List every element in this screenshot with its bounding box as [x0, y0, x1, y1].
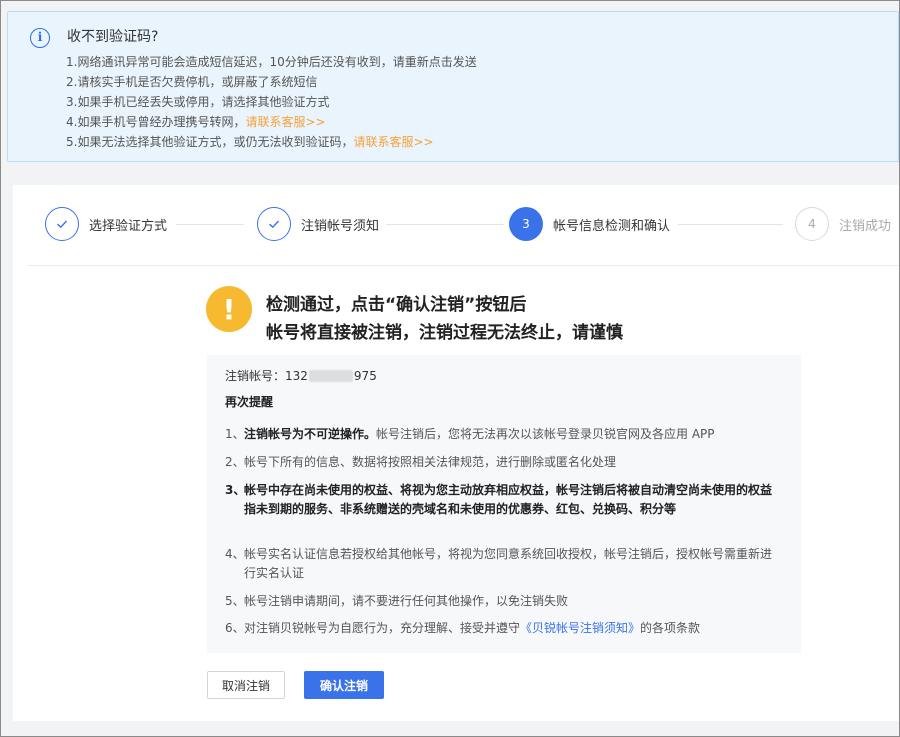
check-icon [45, 207, 79, 241]
step-2-label: 注销帐号须知 [301, 218, 380, 234]
step-connector [386, 224, 504, 225]
account-label: 注销帐号： [225, 369, 286, 383]
step-3-label: 帐号信息检测和确认 [553, 218, 671, 234]
check-icon [257, 207, 291, 241]
account-info-box: 注销帐号： 132 975 再次提醒 1、 注销帐号为不可逆操作。帐号注销后，您… [207, 355, 801, 653]
remind-item: 1、 注销帐号为不可逆操作。帐号注销后，您将无法再次以该帐号登录贝锐官网及各应用… [225, 425, 785, 444]
step-1: 选择验证方式 [45, 205, 167, 243]
notice-line-2: 2.请核实手机是否欠费停机，或屏蔽了系统短信 [66, 75, 318, 89]
remind-item: 2、 帐号下所有的信息、数据将按照相关法律规范，进行删除或匿名化处理 [225, 453, 785, 472]
step-connector [176, 224, 244, 225]
contact-support-link[interactable]: 请联系客服>> [353, 135, 433, 149]
step-2: 注销帐号须知 [257, 205, 379, 243]
step-1-label: 选择验证方式 [89, 218, 168, 234]
cancellation-terms-link[interactable]: 《贝锐帐号注销须知》 [520, 621, 640, 635]
item-number: 2、 [225, 455, 245, 469]
notice-line-5-text: 5.如果无法选择其他验证方式，或仍无法收到验证码， [66, 135, 354, 149]
remind-item: 5、 帐号注销申请期间，请不要进行任何其他操作，以免注销失败 [225, 592, 785, 611]
sms-help-notice: i 收不到验证码? 1.网络通讯异常可能会造成短信延迟，10分钟后还没有收到，请… [7, 11, 899, 162]
notice-line-4: 4.如果手机号曾经办理携号转网，请联系客服>> [66, 113, 326, 130]
step-3: 3 帐号信息检测和确认 [509, 205, 670, 243]
account-prefix: 132 [285, 368, 308, 383]
item-number: 6、 [225, 621, 245, 635]
notice-line-4-text: 4.如果手机号曾经办理携号转网， [66, 115, 246, 129]
notice-line-5: 5.如果无法选择其他验证方式，或仍无法收到验证码，请联系客服>> [66, 133, 434, 150]
contact-support-link[interactable]: 请联系客服>> [245, 115, 325, 129]
remind-item: 3、 帐号中存在尚未使用的权益、将视为您主动放弃相应权益，帐号注销后将被自动清空… [225, 481, 777, 519]
item-text-after: 的各项条款 [640, 621, 701, 635]
remind-title: 再次提醒 [225, 395, 274, 409]
remind-item: 6、 对注销贝锐帐号为自愿行为，充分理解、接受并遵守《贝锐帐号注销须知》的各项条… [225, 619, 785, 638]
item-text: 帐号注销申请期间，请不要进行任何其他操作，以免注销失败 [244, 594, 569, 608]
item-text: 帐号下所有的信息、数据将按照相关法律规范，进行删除或匿名化处理 [244, 455, 617, 469]
item-number: 3、 [225, 483, 246, 497]
info-icon: i [30, 28, 50, 48]
warning-line-2: 帐号将直接被注销，注销过程无法终止，请谨慎 [266, 323, 623, 343]
warning-icon: ! [206, 286, 252, 332]
item-text: 帐号中存在尚未使用的权益、将视为您主动放弃相应权益，帐号注销后将被自动清空尚未使… [244, 483, 773, 516]
step-connector [678, 224, 783, 225]
item-number: 4、 [225, 547, 245, 561]
step-4-label: 注销成功 [839, 218, 892, 234]
notice-line-1: 1.网络通讯异常可能会造成短信延迟，10分钟后还没有收到，请重新点击发送 [66, 55, 477, 69]
remind-item: 4、 帐号实名认证信息若授权给其他帐号，将视为您同意系统回收授权，帐号注销后，授… [225, 545, 777, 583]
cancel-button[interactable]: 取消注销 [207, 671, 285, 699]
page-frame: i 收不到验证码? 1.网络通讯异常可能会造成短信延迟，10分钟后还没有收到，请… [0, 0, 900, 737]
divider [27, 265, 899, 266]
warning-line-1: 检测通过，点击“确认注销”按钮后 [266, 295, 527, 315]
item-number: 1、 [225, 427, 245, 441]
item-number: 5、 [225, 594, 245, 608]
step-3-number: 3 [509, 207, 543, 241]
item-bold-text: 注销帐号为不可逆操作。 [244, 427, 377, 441]
account-mask [308, 369, 353, 382]
account-suffix: 975 [353, 368, 377, 383]
item-text: 对注销贝锐帐号为自愿行为，充分理解、接受并遵守 [244, 621, 521, 635]
step-4-number: 4 [795, 207, 829, 241]
account-row: 注销帐号： 132 975 [225, 367, 377, 384]
step-4: 4 注销成功 [795, 205, 891, 243]
confirm-button[interactable]: 确认注销 [304, 671, 384, 699]
notice-line-3: 3.如果手机已经丢失或停用，请选择其他验证方式 [66, 95, 330, 109]
item-text: 帐号注销后，您将无法再次以该帐号登录贝锐官网及各应用 APP [376, 427, 715, 441]
main-card: 选择验证方式 注销帐号须知 3 帐号信息检测和确认 4 注销成功 ! 检测通过，… [13, 185, 899, 721]
item-text: 帐号实名认证信息若授权给其他帐号，将视为您同意系统回收授权，帐号注销后，授权帐号… [244, 547, 773, 580]
notice-title: 收不到验证码? [67, 29, 159, 45]
